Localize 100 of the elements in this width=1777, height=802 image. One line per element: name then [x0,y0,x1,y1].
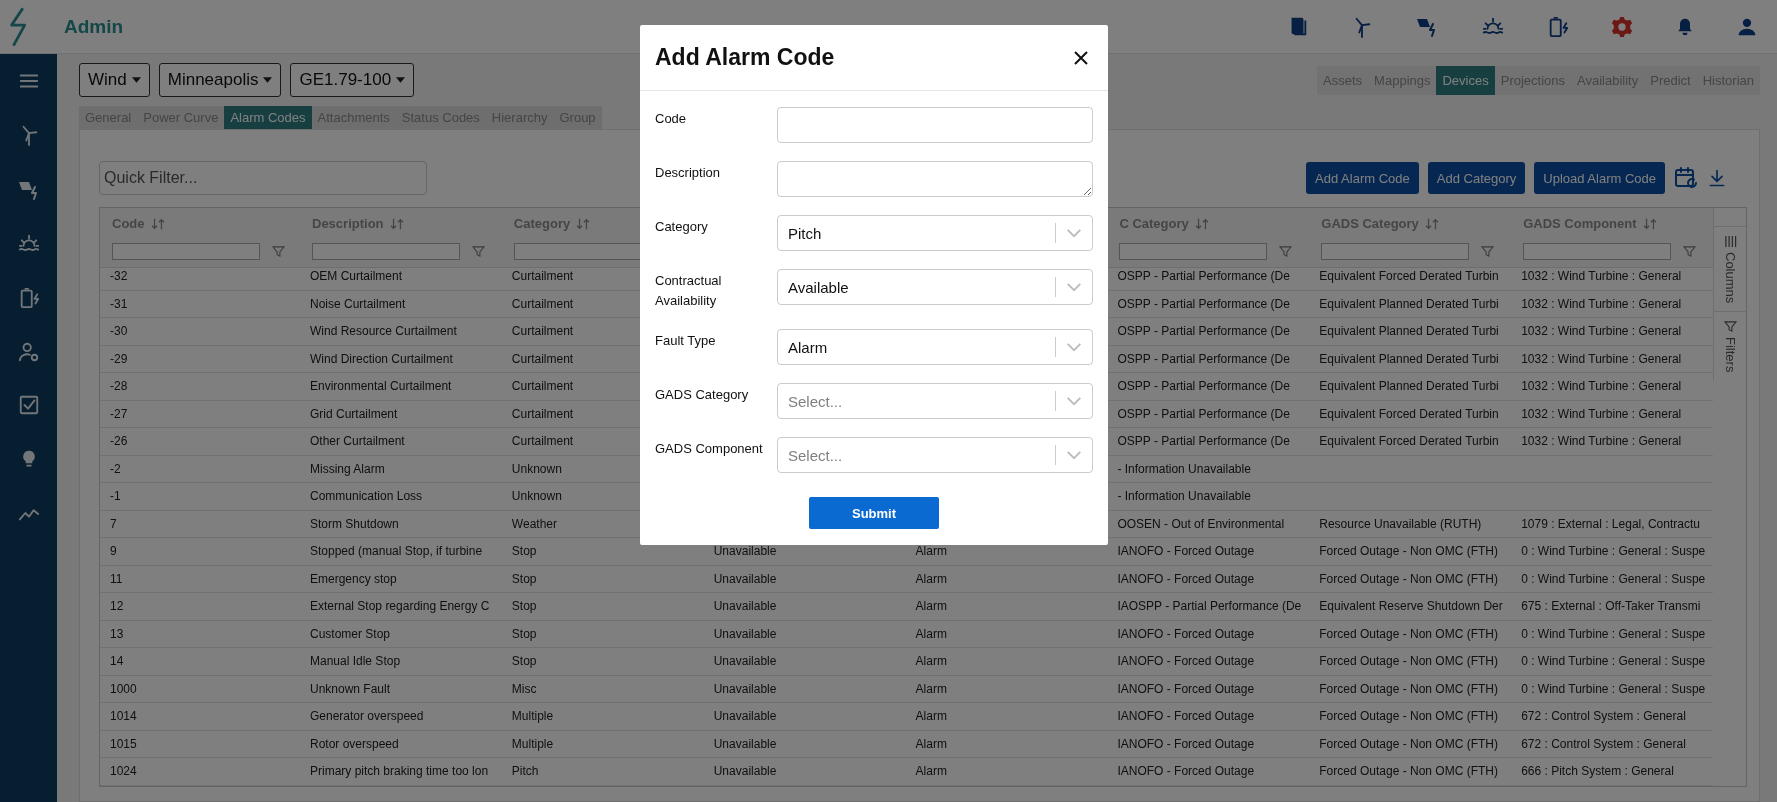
filter-icon[interactable] [1279,244,1293,258]
field-label: Code [655,110,688,128]
table-cell: Forced Outage - Non OMC (FTH) [1319,571,1498,586]
column-filter-field[interactable] [1523,242,1672,260]
table-cell: Unknown [511,489,562,504]
select-field[interactable]: Select... [777,383,1093,419]
selector-dropdown[interactable]: GE1.79-100 [290,63,415,97]
table-cell: Curtailment [511,269,574,284]
filter-icon[interactable] [272,244,285,258]
columns-icon [1723,235,1737,248]
quick-filter-field[interactable]: Quick Filter... [99,161,427,195]
table-cell: -28 [110,379,128,394]
table-cell: -32 [110,269,128,284]
table-cell: Alarm [915,599,947,614]
field-label: Category [655,218,709,236]
textarea-field[interactable] [777,161,1093,197]
table-cell: Equivalent Planned Derated Turbi [1319,351,1499,366]
table-cell: 0 : Wind Turbine : General : Suspe [1521,626,1706,641]
app-title: Admin [64,15,124,38]
table-cell: Forced Outage - Non OMC (FTH) [1319,626,1498,641]
table-cell: Forced Outage - Non OMC (FTH) [1319,681,1498,696]
user-gear-icon[interactable] [17,341,40,363]
table-cell: Unavailable [713,736,777,751]
action-button[interactable]: Add Alarm Code [1306,162,1419,194]
table-cell: Grid Curtailment [310,406,398,421]
selector-dropdown[interactable]: Minneapolis [158,63,282,97]
table-cell: Stop [511,626,537,641]
sort-icon[interactable] [1194,217,1209,230]
sort-icon[interactable] [1424,217,1439,230]
table-cell: -30 [110,324,128,339]
table-cell: Misc [511,681,537,696]
table-cell: IANOFO - Forced Outage [1117,571,1255,586]
text-input-field[interactable] [777,107,1093,143]
caret-icon [396,77,406,83]
table-cell: Environmental Curtailment [310,379,452,394]
table-cell: -27 [110,406,128,421]
nav-tab[interactable]: Devices [1436,65,1495,95]
table-cell: IANOFO - Forced Outage [1117,764,1255,779]
settings-icon[interactable] [1611,15,1633,38]
table-cell: IANOFO - Forced Outage [1117,654,1255,669]
table-cell: IANOFO - Forced Outage [1117,736,1255,751]
battery-icon[interactable] [1547,14,1569,39]
action-button[interactable]: Add Category [1427,162,1526,194]
table-cell: OSPP - Partial Performance (De [1117,296,1290,311]
select-field[interactable]: Alarm [777,329,1093,365]
table-cell: Forced Outage - Non OMC (FTH) [1319,544,1498,559]
table-cell: Curtailment [511,406,574,421]
field-label: Description [655,164,722,182]
table-cell: Equivalent Planned Derated Turbi [1319,379,1499,394]
table-cell: OSPP - Partial Performance (De [1117,434,1290,449]
selector-dropdown[interactable]: Wind [79,63,150,97]
field-label: GADS Component [655,440,764,458]
table-cell: Customer Stop [310,626,391,641]
sort-icon[interactable] [576,217,591,230]
table-cell: Multiple [511,736,554,751]
table-cell: 0 : Wind Turbine : General : Suspe [1521,544,1706,559]
column-filter-field[interactable] [1119,242,1268,260]
select-field[interactable]: Pitch [777,215,1093,251]
table-cell: 672 : Control System : General [1521,736,1686,751]
table-cell: 1015 [110,736,137,751]
table-cell: OEM Curtailment [310,269,403,284]
table-cell: OSPP - Partial Performance (De [1117,351,1290,366]
filter-icon[interactable] [1481,244,1495,258]
submit-button[interactable]: Submit [809,497,939,529]
table-cell: Alarm [915,571,947,586]
table-cell: -2 [110,461,121,476]
select-field[interactable]: Available [777,269,1093,305]
table-cell: Alarm [915,544,947,559]
download-icon[interactable] [1707,167,1727,189]
table-cell: IANOFO - Forced Outage [1117,709,1255,724]
table-cell: Other Curtailment [310,434,405,449]
action-button[interactable]: Upload Alarm Code [1534,162,1665,194]
column-filter-field[interactable] [312,242,460,260]
sub-tab[interactable]: Alarm Codes [224,106,312,129]
table-cell: Unavailable [713,764,777,779]
table-cell: 0 : Wind Turbine : General : Suspe [1521,571,1706,586]
table-cell: Alarm [915,654,947,669]
table-cell: Alarm [915,681,947,696]
table-cell: Alarm [915,626,947,641]
table-cell: Multiple [511,709,554,724]
table-cell: Curtailment [511,324,574,339]
column-filter-field[interactable] [1321,242,1470,260]
table-cell: Stop [511,571,537,586]
calendar-refresh-icon[interactable] [1674,166,1698,190]
sort-icon[interactable] [389,217,404,230]
checkbox-icon[interactable] [17,394,40,416]
table-cell: IANOFO - Forced Outage [1117,626,1255,641]
column-filter-field[interactable] [112,242,260,260]
filter-icon[interactable] [472,244,485,258]
table-cell: - Information Unavailable [1117,489,1251,504]
table-cell: Forced Outage - Non OMC (FTH) [1319,736,1498,751]
table-cell: OOSEN - Out of Environmental [1117,516,1285,531]
table-cell: 1032 : Wind Turbine : General [1521,406,1682,421]
table-cell: OSPP - Partial Performance (De [1117,269,1290,284]
table-cell: Rotor overspeed [310,736,399,751]
sort-icon[interactable] [150,217,165,230]
sort-icon[interactable] [1642,217,1657,230]
select-field[interactable]: Select... [777,437,1093,473]
filter-icon[interactable] [1683,244,1697,258]
table-cell: Manual Idle Stop [310,654,401,669]
